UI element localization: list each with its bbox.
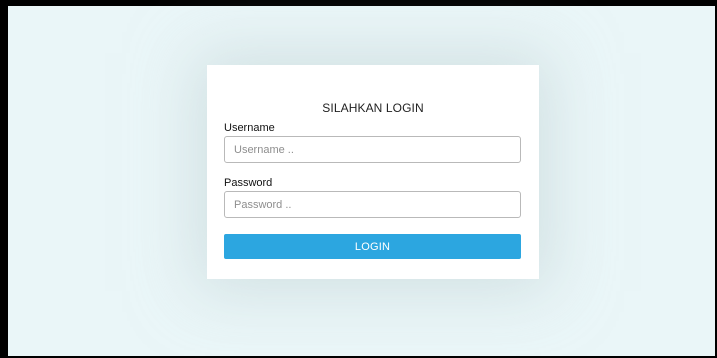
browser-viewport: SILAHKAN LOGIN Username Password LOGIN <box>0 0 717 358</box>
login-card: SILAHKAN LOGIN Username Password LOGIN <box>207 65 539 279</box>
login-title: SILAHKAN LOGIN <box>322 101 424 115</box>
username-label: Username <box>224 122 275 134</box>
login-button[interactable]: LOGIN <box>224 234 521 259</box>
password-input[interactable] <box>224 191 521 218</box>
password-label: Password <box>224 177 273 189</box>
username-input[interactable] <box>224 136 521 163</box>
